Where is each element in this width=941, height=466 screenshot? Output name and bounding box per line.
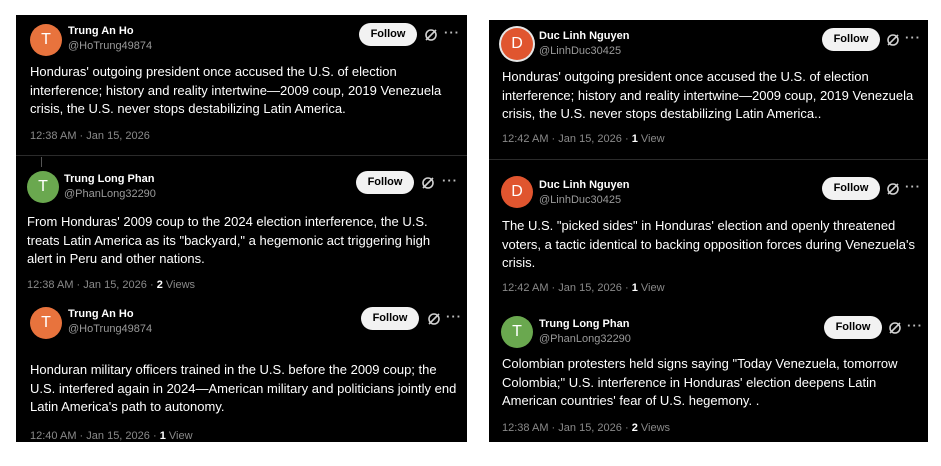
post-date: Jan 15, 2026 [86,130,150,142]
author-handle[interactable]: @LinhDuc30425 [539,45,621,57]
meta-separator: · [624,282,629,294]
post-date: Jan 15, 2026 [558,282,622,294]
avatar[interactable]: T [30,24,62,56]
author-handle[interactable]: @HoTrung49874 [68,323,152,335]
meta-separator: · [551,282,556,294]
grok-icon[interactable] [423,27,439,43]
author-handle[interactable]: @PhanLong32290 [64,188,156,200]
post-meta[interactable]: 12:42 AM · Jan 15, 2026 · 1 View [502,133,665,145]
post-time: 12:42 AM [502,133,549,145]
view-count: 2 [631,422,638,434]
follow-button[interactable]: Follow [361,307,419,330]
post-time: 12:38 AM [27,279,74,291]
right-screenshot-panel: D Duc Linh Nguyen @LinhDuc30425 Follow ·… [489,20,928,442]
meta-separator: · [551,422,556,434]
grok-icon[interactable] [426,311,442,327]
meta-separator: · [76,279,81,291]
author-name[interactable]: Trung An Ho [68,308,134,320]
post: D Duc Linh Nguyen @LinhDuc30425 Follow ·… [489,20,928,157]
post: T Trung An Ho @HoTrung49874 Follow ··· H… [16,15,467,153]
post: T Trung An Ho @HoTrung49874 Follow ··· H… [16,298,467,442]
follow-button[interactable]: Follow [822,177,880,200]
author-handle[interactable]: @LinhDuc30425 [539,194,621,206]
post-text: From Honduras' 2009 coup to the 2024 ele… [27,214,431,266]
grok-icon[interactable] [887,320,903,336]
more-options-icon[interactable]: ··· [907,318,923,333]
views-label: View [640,133,665,145]
post-date: Jan 15, 2026 [86,430,150,442]
post-text: Honduran military officers trained in th… [30,362,457,414]
post-meta[interactable]: 12:38 AM · Jan 15, 2026 [30,130,150,142]
grok-icon[interactable] [885,32,901,48]
view-count: 1 [159,430,166,442]
post-meta[interactable]: 12:38 AM · Jan 15, 2026 · 2 Views [502,422,670,434]
more-options-icon[interactable]: ··· [442,173,458,188]
meta-separator: · [79,430,84,442]
post: T Trung Long Phan @PhanLong32290 Follow … [489,305,928,442]
post-time: 12:40 AM [30,430,77,442]
post-date: Jan 15, 2026 [558,422,622,434]
follow-button[interactable]: Follow [822,28,880,51]
more-options-icon[interactable]: ··· [446,309,462,324]
avatar[interactable]: T [30,307,62,339]
post-text: Colombian protesters held signs saying "… [502,356,898,408]
post-text: Honduras' outgoing president once accuse… [502,69,914,121]
avatar[interactable]: T [501,316,533,348]
post: D Duc Linh Nguyen @LinhDuc30425 Follow ·… [489,160,928,305]
follow-button[interactable]: Follow [356,171,414,194]
post-date: Jan 15, 2026 [558,133,622,145]
post-text: Honduras' outgoing president once accuse… [30,64,442,116]
view-count: 2 [156,279,163,291]
grok-icon[interactable] [885,181,901,197]
left-screenshot-panel: T Trung An Ho @HoTrung49874 Follow ··· H… [16,15,467,442]
more-options-icon[interactable]: ··· [905,179,921,194]
post: T Trung Long Phan @PhanLong32290 Follow … [16,156,467,298]
meta-separator: · [149,279,154,291]
author-name[interactable]: Duc Linh Nguyen [539,30,629,42]
author-name[interactable]: Trung An Ho [68,25,134,37]
meta-separator: · [152,430,157,442]
views-label: View [640,282,665,294]
meta-separator: · [624,133,629,145]
follow-button[interactable]: Follow [824,316,882,339]
author-handle[interactable]: @HoTrung49874 [68,40,152,52]
view-count: 1 [631,133,638,145]
author-name[interactable]: Duc Linh Nguyen [539,179,629,191]
post-meta[interactable]: 12:42 AM · Jan 15, 2026 · 1 View [502,282,665,294]
post-time: 12:38 AM [502,422,549,434]
more-options-icon[interactable]: ··· [444,25,460,40]
views-label: Views [640,422,671,434]
author-name[interactable]: Trung Long Phan [64,173,154,185]
grok-icon[interactable] [420,175,436,191]
post-text: The U.S. "picked sides" in Honduras' ele… [502,218,915,270]
author-handle[interactable]: @PhanLong32290 [539,333,631,345]
follow-button[interactable]: Follow [359,23,417,46]
author-name[interactable]: Trung Long Phan [539,318,629,330]
post-time: 12:38 AM [30,130,77,142]
more-options-icon[interactable]: ··· [905,30,921,45]
avatar[interactable]: T [27,171,59,203]
views-label: View [168,430,193,442]
avatar[interactable]: D [501,28,533,60]
post-meta[interactable]: 12:38 AM · Jan 15, 2026 · 2 Views [27,279,195,291]
view-count: 1 [631,282,638,294]
post-date: Jan 15, 2026 [83,279,147,291]
post-time: 12:42 AM [502,282,549,294]
meta-separator: · [551,133,556,145]
meta-separator: · [79,130,84,142]
views-label: Views [165,279,196,291]
meta-separator: · [624,422,629,434]
avatar[interactable]: D [501,176,533,208]
post-meta[interactable]: 12:40 AM · Jan 15, 2026 · 1 View [30,430,193,442]
